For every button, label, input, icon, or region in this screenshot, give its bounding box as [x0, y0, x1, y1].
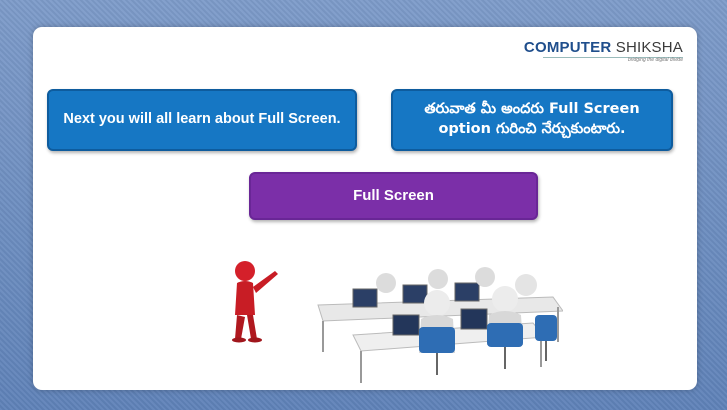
logo-brand-first: COMPUTER	[523, 39, 612, 56]
telugu-caption-text: తరువాత మీ అందరు Full Screen option గురిం…	[424, 101, 640, 137]
classroom-illustration-icon	[232, 261, 563, 383]
telugu-caption-box: తరువాత మీ అందరు Full Screen option గురిం…	[391, 89, 673, 151]
topic-title-text: Full Screen	[353, 186, 434, 204]
teacher-figure-icon	[232, 261, 278, 343]
english-caption-box: Next you will all learn about Full Scree…	[47, 89, 357, 151]
logo-tagline: bridging the digital divide	[627, 57, 683, 63]
logo-brand-second: SHIKSHA	[615, 39, 683, 56]
slide-canvas: COMPUTER SHIKSHA bridging the digital di…	[33, 27, 697, 390]
computer-shiksha-logo: COMPUTER SHIKSHA bridging the digital di…	[524, 39, 683, 63]
topic-title-box: Full Screen	[249, 172, 538, 220]
english-caption-text: Next you will all learn about Full Scree…	[63, 111, 341, 128]
